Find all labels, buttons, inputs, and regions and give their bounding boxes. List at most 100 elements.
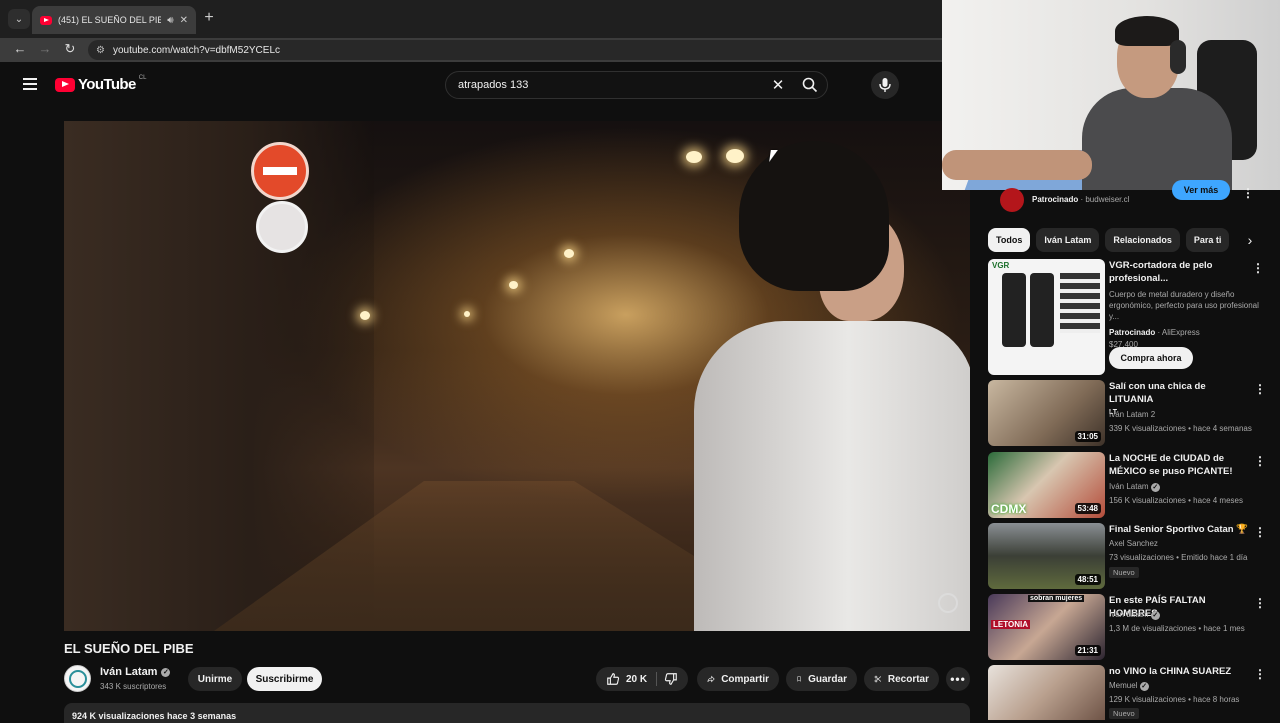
- video-frame-no-entry-sign: [251, 142, 309, 200]
- verified-check-icon: ✓: [1139, 682, 1149, 691]
- duration-badge: 21:31: [1074, 645, 1101, 656]
- rec-meta: 339 K visualizaciones • hace 4 semanas: [1109, 424, 1252, 433]
- voice-search-button[interactable]: [871, 71, 899, 99]
- address-bar[interactable]: ⚙ youtube.com/watch?v=dbfM52YCELc: [88, 40, 942, 60]
- thumb-text: CDMX: [991, 502, 1027, 516]
- video-thumbnail[interactable]: CDMX 53:48: [988, 452, 1105, 518]
- ad-thumbnail[interactable]: VGR: [988, 259, 1105, 375]
- save-button[interactable]: Guardar: [786, 667, 857, 691]
- video-thumbnail[interactable]: 31:05: [988, 380, 1105, 446]
- more-vertical-icon[interactable]: ⋮: [1254, 382, 1266, 396]
- list-item[interactable]: sobran mujeres LETONIA 21:31 En este PAÍ…: [988, 594, 1266, 662]
- back-arrow-icon[interactable]: ←: [11, 41, 29, 56]
- clip-button[interactable]: Recortar: [864, 667, 939, 691]
- thumb-text: sobran mujeres: [1028, 595, 1085, 602]
- like-button[interactable]: 20 K: [606, 672, 647, 686]
- rec-channel-row[interactable]: Iván Latam ✓: [1109, 480, 1264, 494]
- video-frame-light: [360, 311, 370, 320]
- like-dislike-group: 20 K: [596, 667, 688, 691]
- duration-badge: 31:05: [1074, 431, 1101, 442]
- more-vertical-icon[interactable]: ⋮: [1252, 261, 1264, 275]
- microphone-icon: [879, 78, 891, 92]
- menu-icon[interactable]: [23, 78, 37, 90]
- logo-wordmark: YouTube: [78, 76, 136, 93]
- more-vertical-icon[interactable]: ⋮: [1254, 667, 1266, 681]
- chip-todos[interactable]: Todos: [988, 228, 1031, 252]
- speaker-mute-icon[interactable]: 🔊︎: [167, 15, 173, 26]
- sponsor-domain: budweiser.cl: [1085, 195, 1130, 204]
- dislike-button[interactable]: [664, 672, 678, 689]
- browser-tab[interactable]: (451) EL SUEÑO DEL PIBE 🔊︎ ✕: [32, 6, 196, 34]
- list-item[interactable]: no VINO la CHINA SUAREZ Memuel ✓ 129 K v…: [988, 665, 1266, 720]
- video-thumbnail[interactable]: 48:51: [988, 523, 1105, 589]
- verified-check-icon: ✓: [1150, 611, 1160, 620]
- rec-meta: 73 visualizaciones • Emitido hace 1 día: [1109, 553, 1248, 562]
- more-vertical-icon[interactable]: ⋮: [1254, 525, 1266, 539]
- video-thumbnail[interactable]: [988, 665, 1105, 720]
- filter-chips: Todos Iván Latam Relacionados Para ti: [988, 228, 1266, 252]
- verified-check-icon: ✓: [161, 667, 171, 677]
- channel-watermark-icon[interactable]: [938, 593, 958, 613]
- share-button[interactable]: Compartir: [697, 667, 779, 691]
- description-box[interactable]: 924 K visualizaciones hace 3 semanas: [64, 703, 970, 723]
- new-badge: Nuevo: [1109, 567, 1139, 578]
- webcam-overlay: [942, 0, 1280, 190]
- new-tab-icon[interactable]: +: [200, 9, 218, 27]
- channel-name-row[interactable]: Iván Latam ✓: [100, 666, 171, 678]
- ad-product-accessories: [1060, 273, 1100, 333]
- video-thumbnail[interactable]: sobran mujeres LETONIA 21:31: [988, 594, 1105, 660]
- sponsor-cta-button[interactable]: Ver más: [1172, 180, 1230, 200]
- rec-meta: 1,3 M de visualizaciones • hace 1 mes: [1109, 624, 1245, 633]
- video-player[interactable]: [64, 121, 970, 631]
- rec-channel: Iván Latam: [1109, 610, 1149, 619]
- list-item[interactable]: 48:51 Final Senior Sportivo Catan 🏆 Axel…: [988, 523, 1266, 591]
- more-vertical-icon[interactable]: ⋮: [1254, 454, 1266, 468]
- rec-channel-row[interactable]: Iván Latam ✓: [1109, 608, 1264, 622]
- tab-title: (451) EL SUEÑO DEL PIBE: [58, 15, 162, 25]
- ad-title[interactable]: VGR-cortadora de pelo profesional...: [1109, 259, 1249, 285]
- list-item[interactable]: CDMX 53:48 La NOCHE de CIUDAD de MÉXICO …: [988, 452, 1266, 520]
- more-vertical-icon[interactable]: ⋮: [1242, 186, 1254, 200]
- search-box: ✕: [445, 71, 828, 99]
- url-text: youtube.com/watch?v=dbfM52YCELc: [112, 44, 281, 56]
- rec-channel[interactable]: Iván Latam 2: [1109, 408, 1264, 422]
- site-settings-icon[interactable]: ⚙: [96, 45, 105, 56]
- search-button[interactable]: [793, 71, 827, 99]
- rec-title[interactable]: La NOCHE de CIUDAD de MÉXICO se puso PIC…: [1109, 452, 1249, 478]
- ad-card[interactable]: VGR VGR-cortadora de pelo profesional...…: [988, 259, 1266, 377]
- chip-channel[interactable]: Iván Latam: [1036, 228, 1100, 252]
- more-horizontal-icon: •••: [950, 672, 966, 686]
- subscribe-button[interactable]: Suscribirme: [247, 667, 322, 691]
- subscriber-count: 343 K suscriptores: [100, 682, 167, 691]
- clear-search-icon[interactable]: ✕: [763, 76, 793, 94]
- chip-related[interactable]: Relacionados: [1105, 228, 1180, 252]
- video-frame-light: [509, 281, 518, 289]
- rec-meta: 129 K visualizaciones • hace 8 horas: [1109, 695, 1240, 704]
- rec-channel-row[interactable]: Memuel ✓: [1109, 679, 1264, 693]
- tab-search-dropdown-icon[interactable]: ⌄: [8, 9, 30, 29]
- save-label: Guardar: [808, 673, 847, 685]
- channel-avatar[interactable]: [64, 665, 91, 692]
- ad-advertiser: AliExpress: [1161, 328, 1200, 337]
- thumb-text-2: LETONIA: [991, 620, 1030, 629]
- more-actions-button[interactable]: •••: [946, 667, 970, 691]
- rec-channel: Iván Latam: [1109, 482, 1149, 491]
- close-tab-icon[interactable]: ✕: [180, 15, 188, 26]
- join-button[interactable]: Unirme: [188, 667, 242, 691]
- chip-for-you[interactable]: Para ti: [1185, 228, 1230, 252]
- buy-now-button[interactable]: Compra ahora: [1109, 347, 1193, 369]
- video-frame-light: [464, 311, 470, 317]
- forward-arrow-icon[interactable]: →: [36, 41, 54, 56]
- list-item[interactable]: 31:05 Salí con una chica de LITUANIA LT …: [988, 380, 1266, 448]
- youtube-play-logo-icon: [55, 77, 75, 92]
- youtube-logo[interactable]: YouTube CL: [55, 75, 146, 93]
- rec-channel[interactable]: Axel Sanchez: [1109, 537, 1264, 551]
- rec-title[interactable]: Final Senior Sportivo Catan 🏆: [1109, 523, 1249, 536]
- chevron-right-icon[interactable]: ›: [1240, 230, 1260, 250]
- search-input[interactable]: [446, 79, 763, 91]
- video-frame-round-sign: [256, 201, 308, 253]
- reload-icon[interactable]: ↻: [61, 41, 79, 57]
- rec-title[interactable]: no VINO la CHINA SUAREZ: [1109, 665, 1249, 678]
- sponsored-banner[interactable]: Patrocinado · budweiser.cl Ver más ⋮: [988, 180, 1266, 214]
- more-vertical-icon[interactable]: ⋮: [1254, 596, 1266, 610]
